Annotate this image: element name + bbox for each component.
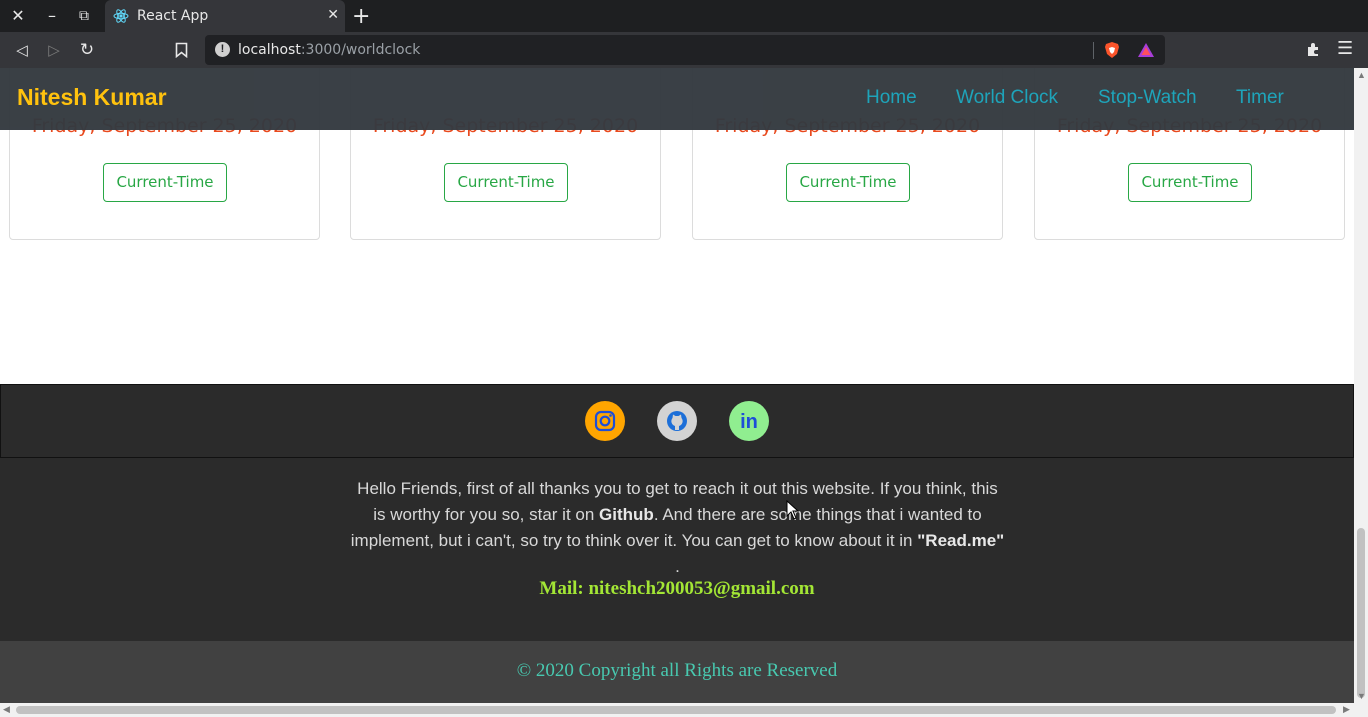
- copyright-bar: © 2020 Copyright all Rights are Reserved: [0, 641, 1354, 703]
- site-info-icon[interactable]: !: [215, 42, 230, 57]
- browser-tab-strip: ✕ – ⧉ React App ✕ +: [0, 0, 1368, 32]
- current-time-button[interactable]: Current-Time: [1128, 163, 1252, 202]
- new-tab-icon[interactable]: +: [352, 4, 370, 29]
- tab-close-icon[interactable]: ✕: [327, 7, 339, 23]
- nav-timer[interactable]: Timer: [1236, 87, 1284, 109]
- url-host: localhost: [238, 42, 301, 58]
- footer-section: Hello Friends, first of all thanks you t…: [0, 458, 1354, 641]
- top-navbar: Nitesh Kumar Home World Clock Stop-Watch…: [0, 68, 1354, 130]
- brand-name[interactable]: Nitesh Kumar: [17, 84, 167, 111]
- browser-menu-icon[interactable]: ☰: [1337, 38, 1353, 59]
- vertical-scrollbar[interactable]: ▲ ▼: [1354, 68, 1368, 703]
- scroll-up-icon[interactable]: ▲: [1357, 70, 1366, 80]
- back-icon[interactable]: ◁: [12, 40, 32, 60]
- nav-home[interactable]: Home: [866, 87, 917, 109]
- current-time-button[interactable]: Current-Time: [444, 163, 568, 202]
- react-icon: [113, 9, 129, 23]
- forward-icon[interactable]: ▷: [44, 40, 64, 60]
- github-icon[interactable]: [657, 401, 697, 441]
- current-time-button[interactable]: Current-Time: [786, 163, 910, 202]
- scroll-down-icon[interactable]: ▼: [1357, 691, 1366, 701]
- tab-title: React App: [137, 8, 209, 24]
- vertical-scroll-thumb[interactable]: [1357, 528, 1365, 698]
- mail-address[interactable]: Mail: niteshch200053@gmail.com: [0, 578, 1354, 600]
- browser-toolbar: ◁ ▷ ↻ ! localhost:3000/worldclock ☰: [0, 32, 1368, 68]
- brave-shields-icon[interactable]: [1103, 41, 1121, 59]
- reload-icon[interactable]: ↻: [77, 40, 97, 60]
- minimize-window-icon[interactable]: –: [42, 6, 62, 26]
- current-time-button[interactable]: Current-Time: [103, 163, 227, 202]
- nav-world-clock[interactable]: World Clock: [956, 87, 1058, 109]
- horizontal-scroll-thumb[interactable]: [16, 706, 1336, 714]
- brave-rewards-icon[interactable]: [1137, 41, 1155, 59]
- scroll-right-icon[interactable]: ▶: [1343, 704, 1350, 715]
- instagram-icon[interactable]: [585, 401, 625, 441]
- close-window-icon[interactable]: ✕: [8, 6, 28, 26]
- social-links-bar: in: [0, 384, 1354, 458]
- footer-message: Hello Friends, first of all thanks you t…: [350, 476, 1005, 580]
- svg-text:in: in: [740, 411, 758, 433]
- github-mention: Github: [599, 505, 654, 524]
- horizontal-scrollbar[interactable]: ◀ ▶: [0, 703, 1368, 717]
- message-part3: .: [675, 557, 680, 576]
- readme-mention: "Read.me": [917, 531, 1005, 550]
- restore-window-icon[interactable]: ⧉: [74, 6, 94, 26]
- omnibox-divider: [1093, 42, 1094, 59]
- scroll-left-icon[interactable]: ◀: [3, 704, 10, 715]
- extensions-icon[interactable]: [1305, 40, 1323, 58]
- url-path: :3000/worldclock: [300, 42, 421, 58]
- copyright-text: © 2020 Copyright all Rights are Reserved: [516, 660, 838, 681]
- page-viewport: Friday, September 25, 2020 Current-Time …: [0, 68, 1354, 703]
- mouse-cursor-icon: [786, 500, 800, 520]
- bookmark-icon[interactable]: [175, 42, 188, 58]
- browser-tab[interactable]: React App ✕: [105, 0, 345, 32]
- url-text[interactable]: localhost:3000/worldclock: [238, 42, 420, 58]
- nav-stop-watch[interactable]: Stop-Watch: [1098, 87, 1197, 109]
- address-bar[interactable]: ! localhost:3000/worldclock: [205, 35, 1165, 65]
- linkedin-icon[interactable]: in: [729, 401, 769, 441]
